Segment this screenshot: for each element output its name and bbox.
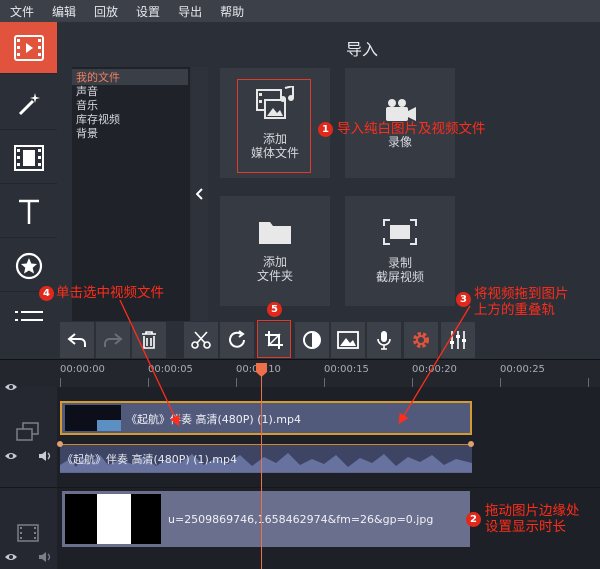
annotation-5-badge: 5 (267, 302, 282, 317)
image-clip[interactable]: u=2509869746,1658462974&fm=26&gp=0.jpg (62, 491, 470, 547)
tile-screen-line2: 截屏视频 (375, 270, 424, 284)
folder-icon (259, 222, 291, 244)
redo-button[interactable] (96, 322, 130, 358)
tick-label-5: 00:00:05 (148, 364, 193, 375)
annotation-1-badge: 1 (318, 122, 333, 137)
tick-label-20: 00:00:20 (412, 364, 457, 375)
audio-clip-title: 《起航》伴奏 高清(480P) (1).mp4 (62, 453, 237, 466)
undo-button[interactable] (60, 322, 94, 358)
titles-tool-button[interactable] (0, 186, 57, 238)
crop-highlight-box (257, 320, 291, 358)
eye-icon[interactable] (4, 552, 18, 562)
equalizer-icon (450, 331, 466, 349)
annotation-1-text: 导入纯白图片及视频文件 (337, 121, 486, 137)
annotation-2-line2: 设置显示时长 (485, 519, 566, 535)
stickers-tool-button[interactable] (0, 240, 57, 292)
import-tool-button[interactable] (0, 22, 57, 74)
annotation-4-text: 单击选中视频文件 (56, 285, 164, 301)
record-audio-button[interactable] (367, 322, 401, 358)
record-screen-tile[interactable]: 录制 截屏视频 (345, 196, 455, 306)
menu-playback[interactable]: 回放 (85, 3, 127, 20)
eye-icon[interactable] (4, 451, 18, 461)
annotation-4-badge: 4 (39, 286, 54, 301)
tick-mark (236, 378, 237, 387)
annotation-3-badge: 3 (456, 292, 471, 307)
equalizer-button[interactable] (441, 322, 475, 358)
rotate-button[interactable] (220, 322, 254, 358)
eye-icon[interactable] (4, 382, 18, 392)
playhead-line[interactable] (261, 364, 262, 569)
trash-icon (142, 331, 156, 349)
overlay-track-icon (16, 422, 39, 441)
menu-edit[interactable]: 编辑 (43, 3, 85, 20)
delete-button[interactable] (132, 322, 166, 358)
tile-folder-line1: 添加 (262, 255, 287, 269)
tile-record-line1: 录像 (387, 135, 412, 149)
collapse-panel-button[interactable] (191, 67, 208, 321)
contrast-icon (303, 331, 321, 349)
tick-label-15: 00:00:15 (324, 364, 369, 375)
video-clip[interactable]: 《起航》伴奏 高清(480P) (1).mp4 (60, 401, 472, 435)
image-icon (337, 331, 359, 349)
fade-handle-left[interactable] (57, 441, 63, 447)
add-media-files-tile[interactable]: 添加 媒体文件 (220, 68, 330, 178)
track-separator (0, 487, 600, 488)
gear-icon (413, 332, 429, 348)
image-thumbnail (65, 494, 161, 544)
scissors-icon (191, 331, 211, 349)
menu-settings[interactable]: 设置 (127, 3, 169, 20)
screen-capture-icon (383, 219, 417, 245)
tick-label-0: 00:00:00 (60, 364, 105, 375)
speaker-icon[interactable] (38, 551, 52, 563)
tick-mark (500, 378, 501, 387)
menu-bar: 文件 编辑 回放 设置 导出 帮助 (0, 0, 600, 22)
annotation-3-line1: 将视频拖到图片 (474, 286, 569, 302)
tile-screen-line1: 录制 (387, 256, 412, 270)
movavi-editor-window: 文件 编辑 回放 设置 导出 帮助 导入 我的文件 声音 音乐 库存视频 背景 … (0, 0, 600, 569)
rotate-icon (229, 330, 245, 348)
tile-folder-line2: 文件夹 (256, 269, 293, 283)
audio-clip[interactable]: 《起航》伴奏 高清(480P) (1).mp4 (60, 444, 472, 473)
clip-settings-button[interactable] (404, 322, 438, 358)
add-folder-tile[interactable]: 添加 文件夹 (220, 196, 330, 306)
film-import-icon (13, 34, 44, 61)
fade-handle-right[interactable] (468, 441, 474, 447)
filters-tool-button[interactable] (0, 78, 57, 130)
image-button[interactable] (331, 322, 365, 358)
text-icon (18, 199, 39, 224)
tick-mark (412, 378, 413, 387)
video-clip-title: 《起航》伴奏 高清(480P) (1).mp4 (126, 413, 301, 426)
tick-label-25: 00:00:25 (500, 364, 545, 375)
speaker-icon[interactable] (38, 450, 52, 462)
tick-mark (148, 378, 149, 387)
annotation-2-line1: 拖动图片边缘处 (485, 503, 580, 519)
magic-wand-icon (18, 92, 40, 115)
annotation-2-badge: 2 (466, 512, 481, 527)
tick-mark (588, 378, 589, 387)
microphone-icon (377, 331, 391, 350)
redo-icon (104, 333, 123, 347)
video-thumbnail (65, 405, 121, 431)
menu-help[interactable]: 帮助 (211, 3, 253, 20)
color-adjust-button[interactable] (295, 322, 329, 358)
import-panel-title: 导入 (345, 40, 378, 59)
image-clip-title: u=2509869746,1658462974&fm=26&gp=0.jpg (168, 513, 434, 526)
undo-icon (67, 333, 86, 347)
cut-button[interactable] (184, 322, 218, 358)
film-track-icon (17, 524, 39, 542)
playhead-handle[interactable] (255, 362, 268, 378)
tick-mark (324, 378, 325, 387)
menu-file[interactable]: 文件 (0, 3, 43, 20)
tick-mark (60, 378, 61, 387)
chevron-left-icon (195, 188, 203, 200)
annotation-3-line2: 上方的重叠轨 (474, 302, 555, 318)
highlight-box (237, 79, 311, 173)
menu-export[interactable]: 导出 (169, 3, 211, 20)
transition-film-icon (13, 144, 44, 171)
file-category-list: 我的文件 声音 音乐 库存视频 背景 (72, 67, 190, 321)
star-sticker-icon (15, 252, 42, 279)
category-backgrounds[interactable]: 背景 (76, 125, 98, 141)
transitions-tool-button[interactable] (0, 132, 57, 184)
